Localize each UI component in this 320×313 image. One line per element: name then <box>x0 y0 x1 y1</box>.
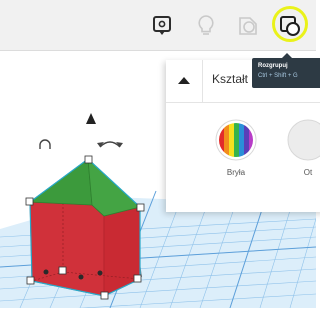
ungroup-tooltip: Rozgrupuj Ctrl + Shift + G <box>252 53 320 88</box>
tooltip-shortcut: Ctrl + Shift + G <box>258 73 298 79</box>
shape-roof-left <box>28 158 93 206</box>
selected-shape[interactable] <box>28 158 142 297</box>
lift-arrow-icon[interactable] <box>86 113 96 124</box>
group-icon <box>239 17 257 35</box>
highlight-circle <box>272 6 308 42</box>
speech-bubble-icon <box>153 16 171 35</box>
light-bulb-icon <box>198 15 214 35</box>
resize-handle-bottom-front[interactable] <box>100 291 109 300</box>
shape-item-solid[interactable]: Bryła <box>206 116 266 196</box>
shape-item-label: Bryła <box>226 168 246 177</box>
shape-body-left <box>29 201 105 297</box>
rotate-left-icon[interactable] <box>39 139 51 146</box>
resize-handle-bottom-right[interactable] <box>133 274 142 283</box>
shape-item-hole[interactable]: Ot <box>278 116 320 196</box>
resize-handle-bottom-corner[interactable] <box>26 276 35 285</box>
shape-roof-front <box>87 158 141 217</box>
hole-icon <box>287 119 320 161</box>
resize-handle-right[interactable] <box>136 203 145 212</box>
collapse-button[interactable] <box>166 60 203 102</box>
top-toolbar <box>0 0 316 51</box>
height-handle-dot[interactable] <box>43 269 49 275</box>
resize-handle-bottom-left[interactable] <box>58 266 67 275</box>
light-bulb-button[interactable] <box>192 12 220 40</box>
shape-item-label: Ot <box>303 168 313 177</box>
base-handle-dot[interactable] <box>78 274 84 280</box>
panel-title: Kształt <box>212 72 249 86</box>
notes-button[interactable] <box>148 12 176 40</box>
resize-handle-left[interactable] <box>25 197 34 206</box>
tooltip-title: Rozgrupuj <box>258 63 288 69</box>
rainbow-solid-icon <box>215 119 257 161</box>
side-handle-dot[interactable] <box>97 270 103 276</box>
group-button[interactable] <box>234 12 262 40</box>
chevron-up-icon <box>178 77 190 84</box>
resize-handle-top[interactable] <box>84 155 93 164</box>
